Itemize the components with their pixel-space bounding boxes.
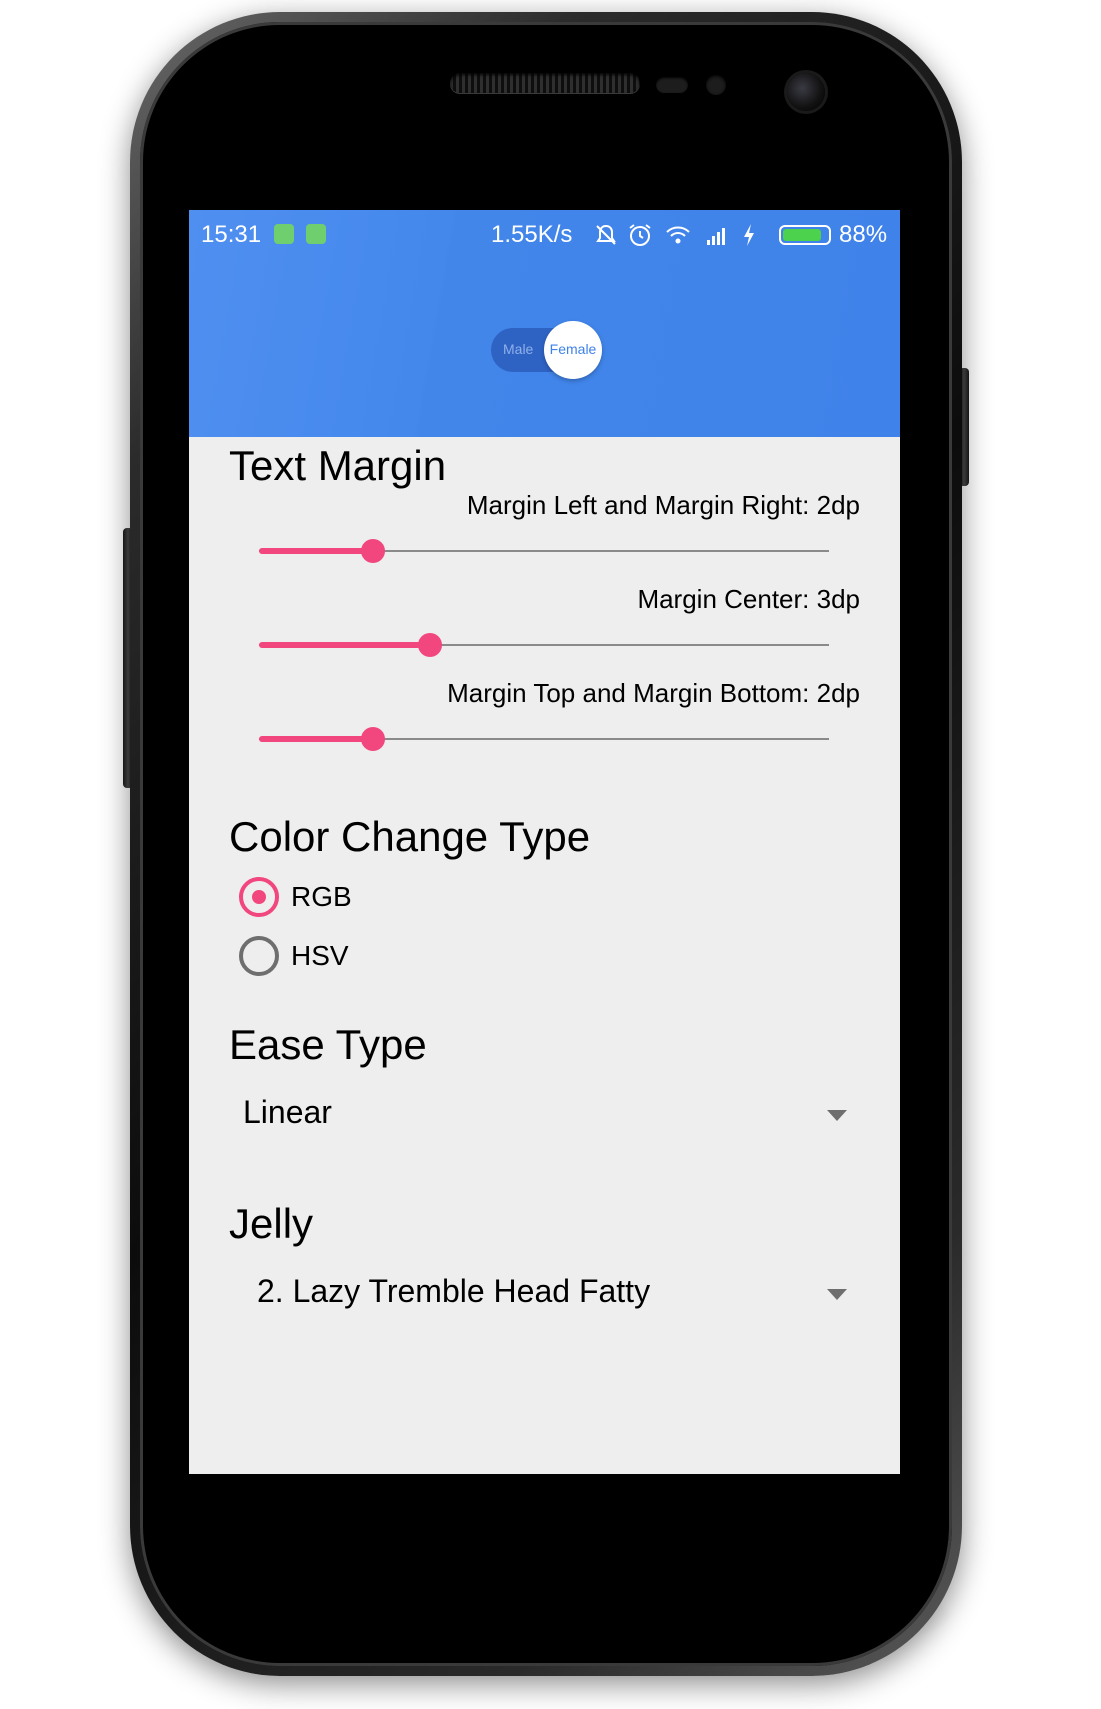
toggle-female-label: Female (549, 341, 597, 357)
alarm-icon (629, 224, 651, 246)
earpiece-speaker (450, 73, 640, 93)
color-change-title: Color Change Type (229, 813, 591, 860)
mute-icon (596, 224, 616, 245)
radio-button-icon[interactable] (239, 877, 279, 917)
app-bar: 15:31 1.55K/s 88% Male Female (189, 210, 900, 437)
jelly-title: Jelly (229, 1200, 314, 1247)
battery-icon (779, 225, 831, 245)
status-bar: 15:31 1.55K/s 88% (189, 210, 900, 262)
slider-label-left-right: Margin Left and Margin Right: 2dp (466, 490, 860, 520)
signal-icon (707, 228, 725, 245)
slider-fill (259, 548, 373, 554)
slider-label-top-bottom: Margin Top and Margin Bottom: 2dp (447, 678, 860, 708)
ease-type-title: Ease Type (229, 1021, 427, 1068)
slider-fill (259, 736, 373, 742)
text-margin-title: Text Margin (229, 442, 447, 489)
dropdown-arrow-icon (827, 1110, 847, 1121)
front-camera (787, 73, 825, 111)
slider-thumb[interactable] (418, 633, 442, 657)
status-time: 15:31 (201, 221, 262, 248)
slider-label-center: Margin Center: 3dp (637, 584, 860, 614)
slider-fill (259, 642, 430, 648)
dropdown-arrow-icon (827, 1289, 847, 1300)
toggle-male-label: Male (503, 341, 534, 357)
jelly-dropdown[interactable]: 2. Lazy Tremble Head Fatty (229, 1265, 859, 1321)
gender-toggle[interactable]: Male Female (491, 321, 602, 379)
radio-hsv[interactable]: HSV (239, 936, 539, 980)
network-speed: 1.55K/s (491, 221, 573, 248)
ease-type-value: Linear (243, 1094, 332, 1130)
proximity-sensor (656, 77, 688, 93)
charging-icon (744, 224, 754, 246)
screen: 15:31 1.55K/s 88% Male Female Text Margi… (189, 210, 900, 1474)
radio-label: RGB (291, 881, 352, 912)
wifi-icon (666, 226, 690, 244)
ease-type-dropdown[interactable]: Linear (229, 1086, 859, 1142)
battery-percent: 88% (839, 221, 888, 248)
radio-button-icon[interactable] (239, 936, 279, 976)
radio-dot (252, 890, 266, 904)
margin-top-bottom-slider[interactable] (259, 727, 829, 751)
margin-center-slider[interactable] (259, 633, 829, 657)
app-icon (274, 224, 294, 244)
slider-thumb[interactable] (361, 539, 385, 563)
radio-rgb[interactable]: RGB (239, 877, 539, 921)
slider-thumb[interactable] (361, 727, 385, 751)
toggle-knob[interactable]: Female (544, 321, 602, 379)
light-sensor (706, 75, 726, 95)
app-icon (306, 224, 326, 244)
margin-left-right-slider[interactable] (259, 539, 829, 563)
radio-label: HSV (291, 940, 349, 971)
jelly-value: 2. Lazy Tremble Head Fatty (257, 1273, 651, 1309)
